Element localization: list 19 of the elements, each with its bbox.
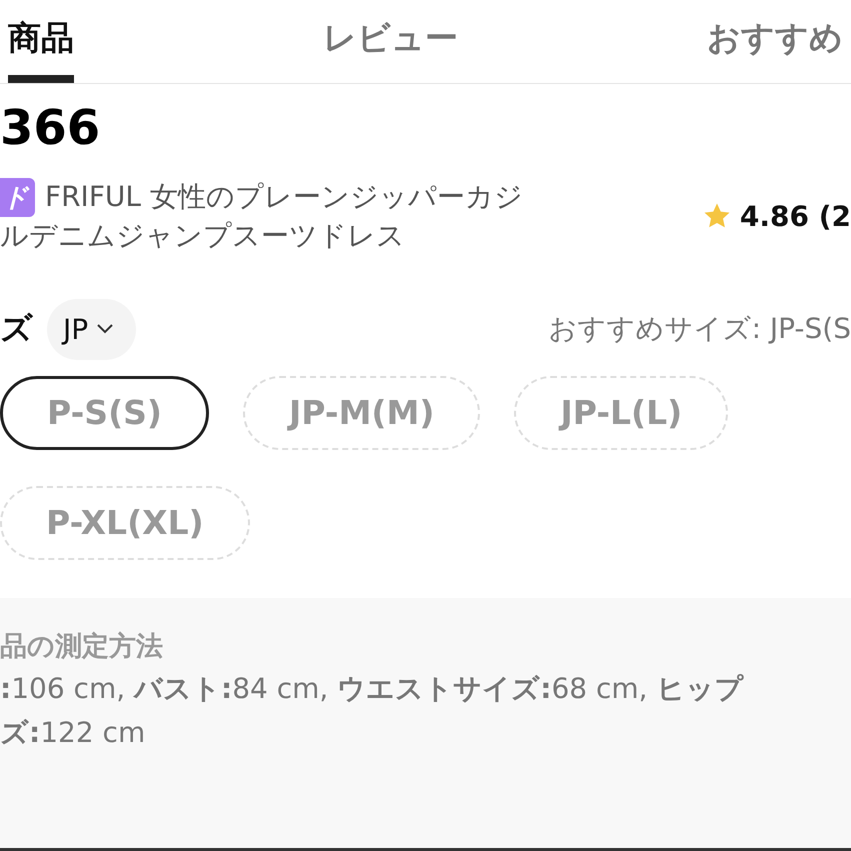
label-badge: ド: [0, 178, 35, 217]
size-option[interactable]: JP-L(L): [514, 376, 728, 450]
product-title: ルデニムジャンプスーツドレス: [0, 218, 405, 254]
size-option[interactable]: JP-M(M): [243, 376, 480, 450]
tab[interactable]: おすすめ: [707, 16, 843, 83]
recommended-size: おすすめサイズ: JP-S(S: [548, 311, 851, 348]
region-dropdown[interactable]: JP: [47, 298, 136, 360]
measurement-title: 品の測定方法: [0, 630, 164, 664]
size-label: ズ: [0, 308, 33, 350]
size-option[interactable]: P-S(S): [0, 376, 210, 450]
chevron-down-icon: [96, 323, 114, 336]
measurement-text: ズ:122 cm: [0, 714, 146, 751]
price: 366: [0, 100, 102, 158]
measurement-text: :106 cm, バスト:84 cm, ウエストサイズ:68 cm, ヒップ: [0, 670, 745, 707]
size-option[interactable]: P-XL(XL): [0, 486, 250, 560]
rating-text: 4.86 (2: [740, 200, 851, 233]
tab[interactable]: 商品: [8, 16, 74, 83]
tab[interactable]: レビュー: [323, 16, 458, 83]
product-title: FRIFUL 女性のプレーンジッパーカジ: [45, 179, 523, 216]
